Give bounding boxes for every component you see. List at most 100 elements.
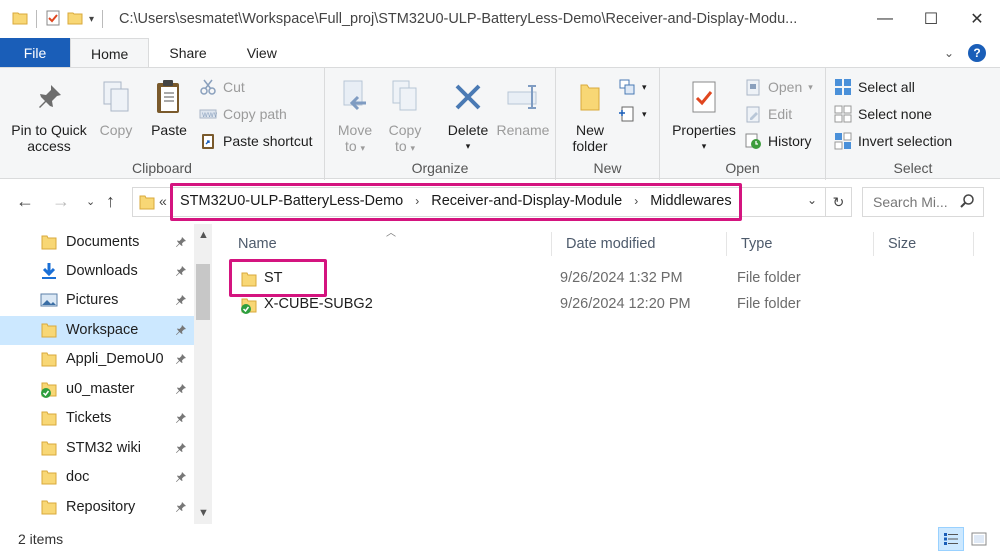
divider (102, 10, 104, 28)
documents-icon (40, 233, 58, 255)
folder-icon (40, 321, 58, 343)
cut-button[interactable]: Cut (199, 76, 245, 98)
address-dropdown-icon[interactable]: ⌄ (807, 193, 817, 207)
select-all-button[interactable]: Select all (834, 76, 915, 98)
select-group-label: Select (893, 160, 933, 176)
svg-text:WWW: WWW (202, 112, 217, 119)
nav-item-doc[interactable]: doc (0, 463, 194, 492)
copy-to-button[interactable]: Copy to ▾ (383, 76, 427, 156)
paste-shortcut-button[interactable]: Paste shortcut (199, 130, 313, 152)
column-header-size[interactable]: Size (874, 232, 974, 256)
tab-share[interactable]: Share (149, 38, 226, 68)
maximize-button[interactable]: ☐ (908, 0, 954, 38)
details-view-icon[interactable] (938, 527, 964, 551)
pin-quick-access-button[interactable]: Pin to Quick access (8, 76, 90, 154)
open-group: Properties ▾ Open ▾ Edit History Open (660, 68, 826, 180)
move-label-1: Move (337, 122, 373, 138)
nav-scrollbar[interactable]: ▲ ▼ (194, 224, 212, 524)
move-to-button[interactable]: Move to ▾ (333, 76, 377, 156)
edit-icon (744, 105, 762, 123)
pin-icon[interactable] (175, 236, 187, 252)
overflow-chevron-icon[interactable]: « (159, 193, 167, 209)
scroll-down-icon[interactable]: ▼ (198, 507, 209, 519)
tab-file[interactable]: File (0, 38, 70, 68)
title-bar: ▾ C:\Users\sesmatet\Workspace\Full_proj\… (0, 0, 1000, 38)
pin-icon[interactable] (175, 412, 187, 428)
column-header-type[interactable]: Type (727, 232, 874, 256)
history-icon (744, 132, 762, 150)
nav-item-downloads[interactable]: Downloads (0, 257, 194, 286)
refresh-icon[interactable]: ↻ (825, 188, 851, 216)
paste-button[interactable]: Paste (145, 76, 193, 138)
pin-icon[interactable] (175, 324, 187, 340)
chevron-down-icon[interactable]: ⌄ (944, 46, 954, 60)
pin-icon[interactable] (175, 501, 187, 517)
scroll-up-icon[interactable]: ▲ (198, 229, 209, 241)
pin-icon[interactable] (175, 471, 187, 487)
large-icons-view-icon[interactable] (966, 527, 992, 551)
nav-item-stm32-wiki[interactable]: STM32 wiki (0, 434, 194, 463)
select-none-button[interactable]: Select none (834, 103, 932, 125)
open-button[interactable]: Open ▾ (744, 76, 813, 98)
item-count: 2 items (18, 531, 64, 547)
nav-label: u0_master (66, 381, 135, 397)
scrollbar-thumb[interactable] (196, 264, 210, 320)
folder-icon (40, 350, 58, 372)
file-row[interactable]: X-CUBE-SUBG2 9/26/2024 12:20 PM File fol… (212, 292, 1000, 318)
paste-label: Paste (151, 122, 187, 138)
select-none-label: Select none (858, 106, 932, 122)
back-arrow-icon[interactable]: ← (16, 191, 34, 212)
copy-path-button[interactable]: WWW Copy path (199, 103, 287, 125)
pin-icon[interactable] (175, 294, 187, 310)
tab-view[interactable]: View (227, 38, 297, 68)
nav-item-appli-demou0[interactable]: Appli_DemoU0 (0, 345, 194, 374)
minimize-button[interactable]: — (862, 0, 908, 38)
nav-label: Downloads (66, 263, 138, 279)
pin-icon[interactable] (175, 353, 187, 369)
pin-icon[interactable] (175, 383, 187, 399)
history-button[interactable]: History (744, 130, 812, 152)
nav-item-tickets[interactable]: Tickets (0, 404, 194, 433)
pin-icon[interactable] (175, 442, 187, 458)
edit-label: Edit (768, 106, 793, 122)
forward-arrow-icon[interactable]: → (52, 191, 70, 212)
annotation-highlight-box (170, 183, 742, 221)
address-bar[interactable]: « STM32U0-ULP-BatteryLess-Demo › Receive… (132, 183, 852, 221)
search-input[interactable]: Search Mi... (862, 187, 984, 217)
nav-item-workspace[interactable]: Workspace (0, 316, 194, 345)
folder-icon (40, 468, 58, 490)
column-header-name[interactable]: Name (224, 232, 552, 256)
nav-label: Workspace (66, 322, 139, 338)
new-folder-icon[interactable] (67, 10, 83, 29)
properties-button[interactable]: Properties ▾ (666, 76, 742, 154)
delete-x-icon (450, 76, 486, 118)
nav-item-pictures[interactable]: Pictures (0, 286, 194, 315)
help-icon[interactable]: ? (968, 44, 986, 62)
tab-home[interactable]: Home (70, 38, 150, 68)
delete-button[interactable]: Delete ▾ (443, 76, 493, 154)
new-folder-button[interactable]: New folder (566, 76, 614, 154)
edit-button[interactable]: Edit (744, 103, 792, 125)
chevron-down-icon: ▾ (808, 81, 813, 92)
new-item-button[interactable]: ▾ (618, 76, 647, 98)
window-controls: — ☐ ✕ (862, 0, 1000, 38)
close-button[interactable]: ✕ (954, 0, 1000, 38)
customize-dropdown-icon[interactable]: ▾ (89, 14, 94, 25)
properties-check-icon[interactable] (45, 10, 61, 29)
new-folder-label-1: New (575, 122, 604, 138)
column-header-date[interactable]: Date modified (552, 232, 727, 256)
nav-item-u0-master[interactable]: u0_master (0, 375, 194, 404)
up-arrow-icon[interactable]: ↑ (106, 191, 115, 212)
select-none-icon (834, 105, 852, 123)
rename-button[interactable]: Rename (495, 76, 551, 138)
file-row[interactable]: ST 9/26/2024 1:32 PM File folder (212, 266, 1000, 292)
nav-item-documents[interactable]: Documents (0, 228, 194, 257)
copy-button[interactable]: Copy (92, 76, 140, 138)
pin-icon[interactable] (175, 265, 187, 281)
folder-icon (40, 439, 58, 461)
invert-selection-button[interactable]: Invert selection (834, 130, 952, 152)
copy-to-icon (387, 76, 423, 118)
nav-item-repository[interactable]: Repository (0, 493, 194, 522)
easy-access-button[interactable]: ▾ (618, 103, 647, 125)
recent-locations-chevron-icon[interactable]: ⌄ (86, 195, 95, 208)
